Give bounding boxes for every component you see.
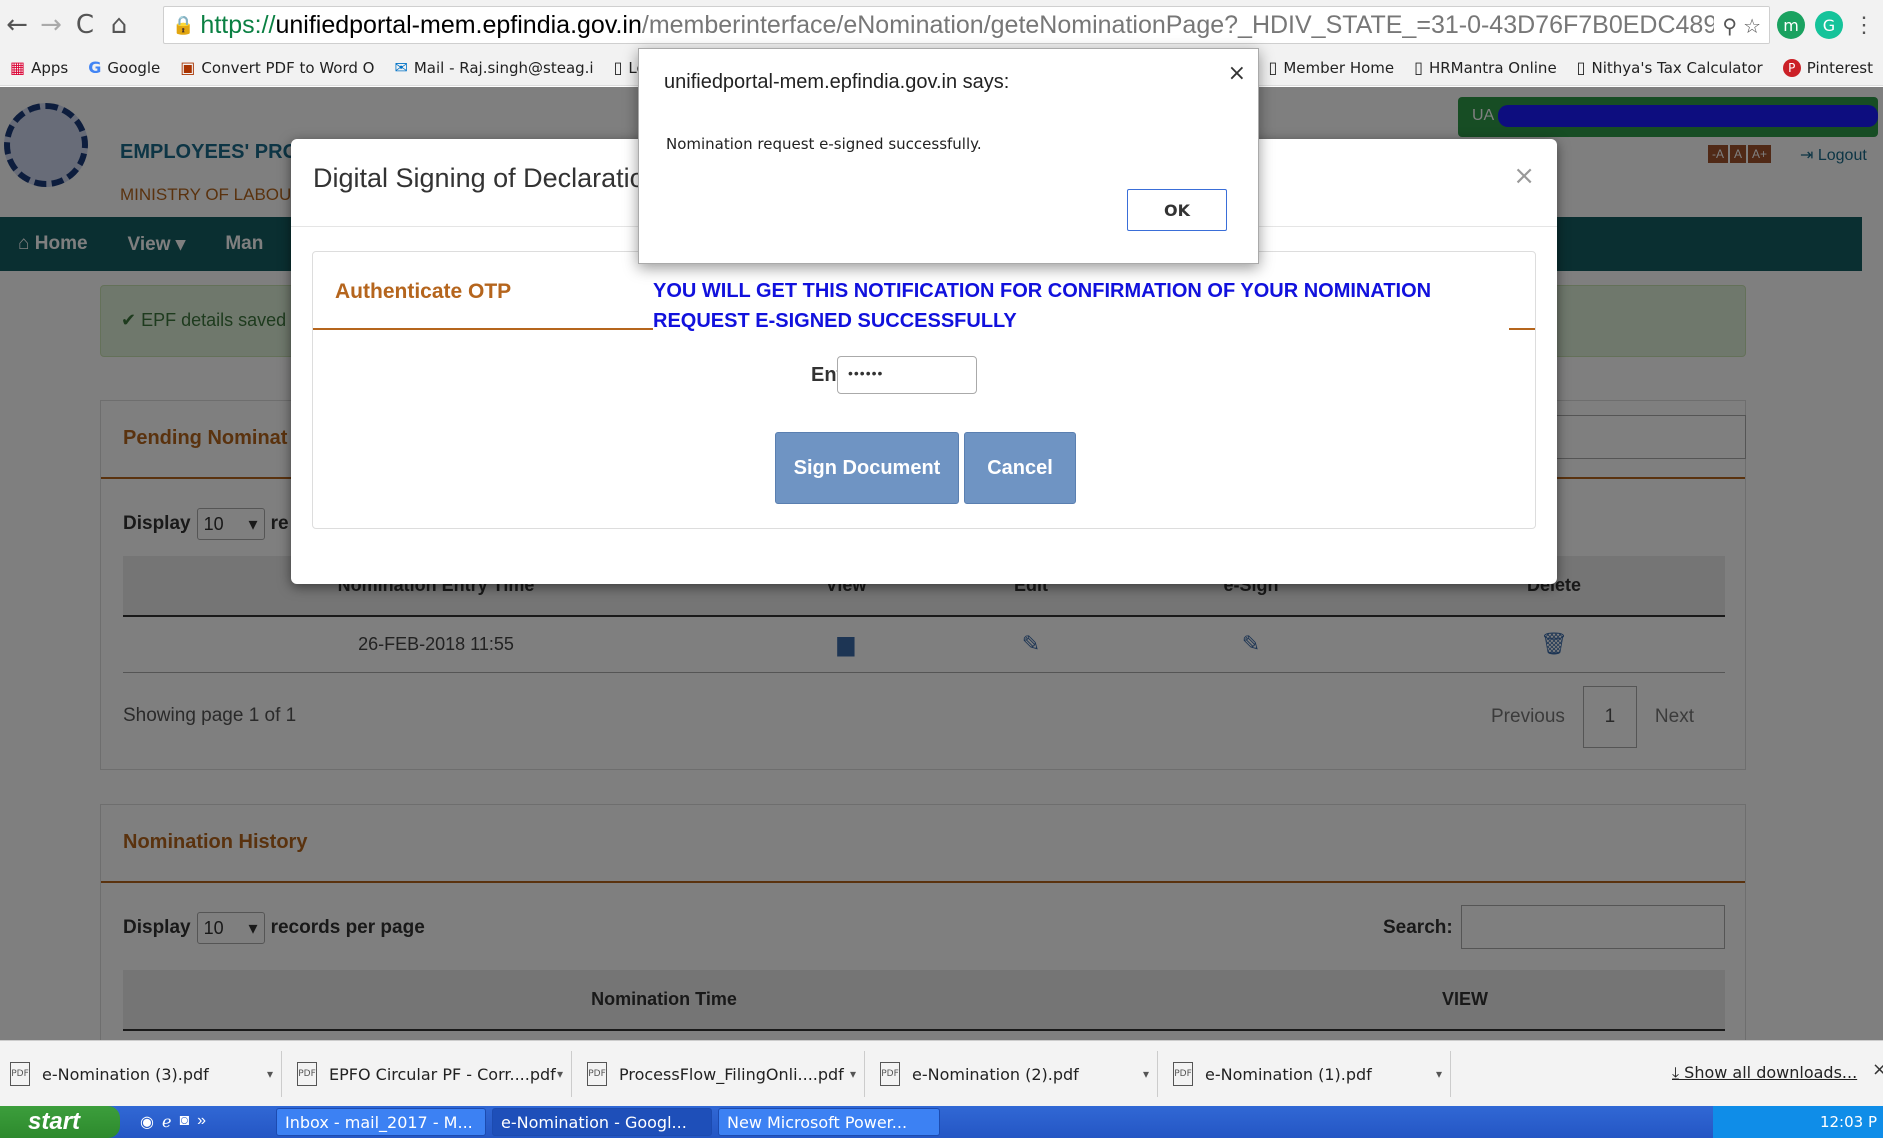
pdf-icon: PDF <box>297 1062 317 1086</box>
close-icon[interactable]: × <box>1872 1059 1883 1080</box>
url-host: unifiedportal-mem.epfindia.gov.in <box>275 10 642 39</box>
tab-authenticate-otp[interactable]: Authenticate OTP <box>313 252 653 330</box>
back-icon[interactable]: ← <box>0 5 34 45</box>
close-icon[interactable]: × <box>1513 161 1535 191</box>
chevron-down-icon[interactable]: ▾ <box>557 1067 563 1081</box>
address-bar[interactable]: 🔒 https://unifiedportal-mem.epfindia.gov… <box>163 6 1770 44</box>
url-path: /memberinterface/eNomination/geteNominat… <box>641 10 1770 39</box>
bookmark-apps[interactable]: ▦ Apps <box>0 58 78 77</box>
download-name: e-Nomination (1).pdf <box>1205 1064 1372 1084</box>
confirmation-notice: YOU WILL GET THIS NOTIFICATION FOR CONFI… <box>653 280 1432 332</box>
reload-icon[interactable]: C <box>68 5 102 45</box>
bookmark-tax-calculator[interactable]: ▯ Nithya's Tax Calculator <box>1567 58 1773 77</box>
pdf-icon: PDF <box>1173 1062 1193 1086</box>
pdf-icon: PDF <box>587 1062 607 1086</box>
bookmark-google[interactable]: G Google <box>78 58 170 77</box>
extension-m-icon[interactable]: m <box>1777 11 1805 39</box>
key-icon[interactable]: ⚲ <box>1722 14 1737 38</box>
page-icon: ▯ <box>1268 58 1278 77</box>
forward-icon[interactable]: → <box>34 5 68 45</box>
chevron-down-icon[interactable]: ▾ <box>1143 1067 1149 1081</box>
otp-input[interactable]: •••••• <box>837 356 977 394</box>
bookmark-label: Nithya's Tax Calculator <box>1591 58 1763 77</box>
downloads-shelf: PDF e-Nomination (3).pdf ▾ PDF EPFO Circula… <box>0 1040 1883 1106</box>
taskbar-item-powerpoint[interactable]: New Microsoft Power... <box>718 1108 940 1136</box>
bookmark-member-home[interactable]: ▯ Member Home <box>1259 58 1405 77</box>
cancel-button[interactable]: Cancel <box>964 432 1076 504</box>
download-name: e-Nomination (2).pdf <box>912 1064 1079 1084</box>
download-name: EPFO Circular PF - Corr....pdf <box>329 1064 556 1084</box>
download-item[interactable]: PDF e-Nomination (1).pdf ▾ <box>1163 1051 1451 1097</box>
extension-icons: m G ⋮ <box>1777 6 1883 44</box>
ie-icon[interactable]: ℯ <box>162 1112 171 1132</box>
download-item[interactable]: PDF e-Nomination (2).pdf ▾ <box>870 1051 1158 1097</box>
windows-taskbar: start ◉ ℯ ◙ » Inbox - mail_2017 - M... e… <box>0 1106 1883 1138</box>
modal-title: Digital Signing of Declaration <box>313 163 660 193</box>
alert-title: unifiedportal-mem.epfindia.gov.in says: <box>664 71 1010 93</box>
apps-icon: ▦ <box>10 58 26 77</box>
outlook-icon: ✉ <box>394 58 408 77</box>
browser-toolbar: ← → C ⌂ 🔒 https://unifiedportal-mem.epfi… <box>0 0 1883 50</box>
chevron-down-icon[interactable]: ▾ <box>267 1067 273 1081</box>
quick-launch: ◉ ℯ ◙ » <box>140 1112 206 1132</box>
taskbar-item-inbox[interactable]: Inbox - mail_2017 - M... <box>276 1108 486 1136</box>
download-name: e-Nomination (3).pdf <box>42 1064 209 1084</box>
grammarly-icon[interactable]: G <box>1815 11 1843 39</box>
bookmark-label: Apps <box>31 58 69 77</box>
close-icon[interactable]: × <box>1228 61 1246 86</box>
start-button[interactable]: start <box>0 1106 120 1138</box>
sign-document-button[interactable]: Sign Document <box>775 432 959 504</box>
alert-message: Nomination request e-signed successfully… <box>666 135 982 153</box>
bookmark-pinterest[interactable]: P Pinterest <box>1773 58 1883 77</box>
lock-icon: 🔒 <box>172 14 195 36</box>
pinterest-icon: P <box>1782 58 1801 77</box>
page-icon: ▯ <box>613 58 623 77</box>
page-icon: ▯ <box>1576 58 1586 77</box>
bookmark-label: HRMantra Online <box>1428 58 1557 77</box>
omnibox-icons: ⚲ ☆ <box>1714 7 1769 43</box>
browser-menu-icon[interactable]: ⋮ <box>1853 12 1875 38</box>
chevron-down-icon[interactable]: ▾ <box>850 1067 856 1081</box>
pdf-icon: PDF <box>880 1062 900 1086</box>
download-item[interactable]: PDF EPFO Circular PF - Corr....pdf ▾ <box>287 1051 572 1097</box>
page-icon: ▯ <box>1414 58 1423 77</box>
home-icon[interactable]: ⌂ <box>102 5 136 45</box>
system-tray: 12:03 P <box>1713 1106 1883 1138</box>
url-scheme: https:// <box>200 10 276 39</box>
otp-panel: Authenticate OTP YOU WILL GET THIS NOTIF… <box>312 251 1536 529</box>
ok-button[interactable]: OK <box>1127 189 1227 231</box>
bookmark-label: Pinterest <box>1806 58 1873 77</box>
bookmark-convert-pdf[interactable]: ▣ Convert PDF to Word O <box>170 58 384 77</box>
download-item[interactable]: PDF e-Nomination (3).pdf ▾ <box>0 1051 282 1097</box>
pdf-icon: PDF <box>10 1062 30 1086</box>
clock[interactable]: 12:03 P <box>1820 1113 1877 1131</box>
browser-alert-dialog: unifiedportal-mem.epfindia.gov.in says: … <box>638 48 1259 264</box>
chevron-down-icon[interactable]: ▾ <box>1436 1067 1442 1081</box>
bookmark-label: Mail - Raj.singh@steag.i <box>413 58 594 77</box>
download-name: ProcessFlow_FilingOnli....pdf <box>619 1064 844 1084</box>
show-all-downloads-link[interactable]: ⤓ Show all downloads... <box>1672 1063 1857 1083</box>
chevron-right-icon[interactable]: » <box>197 1112 206 1132</box>
pdf-converter-icon: ▣ <box>180 58 196 77</box>
bookmark-label: Google <box>107 58 161 77</box>
bookmark-hrmantra[interactable]: ▯ HRMantra Online <box>1404 58 1567 77</box>
chrome-icon[interactable]: ◉ <box>140 1112 154 1132</box>
bookmark-mail[interactable]: ✉ Mail - Raj.singh@steag.i <box>384 58 603 77</box>
google-icon: G <box>88 58 102 77</box>
bookmark-label: Member Home <box>1283 58 1395 77</box>
download-item[interactable]: PDF ProcessFlow_FilingOnli....pdf ▾ <box>577 1051 865 1097</box>
taskbar-item-enomination[interactable]: e-Nomination - Googl... <box>492 1108 712 1136</box>
outlook-icon[interactable]: ◙ <box>179 1112 189 1132</box>
bookmark-star-icon[interactable]: ☆ <box>1743 14 1761 38</box>
bookmark-label: Convert PDF to Word O <box>201 58 375 77</box>
